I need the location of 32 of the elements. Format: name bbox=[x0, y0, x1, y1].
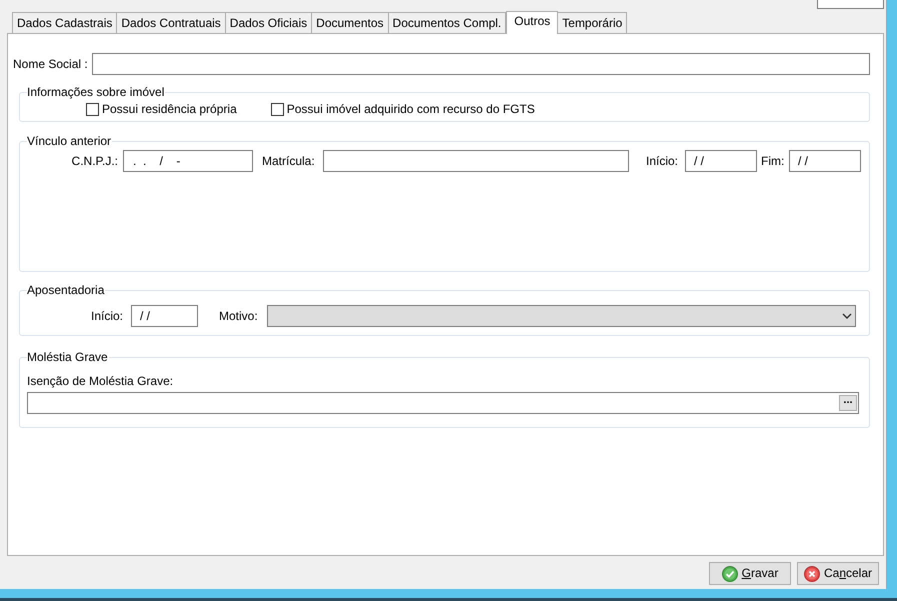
field-label: Matrícula: bbox=[262, 154, 316, 168]
tab[interactable]: Temporário bbox=[557, 12, 628, 33]
field-label: Fim: bbox=[761, 154, 786, 168]
field-label: Início: bbox=[90, 308, 123, 324]
checkbox-label: Possui residência própria bbox=[102, 102, 237, 117]
check-icon bbox=[722, 566, 738, 582]
checkbox-label: Possui imóvel adquirido com recurso do FGTS bbox=[286, 102, 535, 117]
text-field[interactable]: ... bbox=[27, 392, 859, 414]
tab[interactable]: Dados Cadastrais bbox=[12, 12, 118, 33]
field-label: Isenção de Moléstia Grave: bbox=[27, 374, 174, 389]
tab[interactable]: Documentos Compl. bbox=[388, 12, 506, 33]
date-field[interactable]: / / bbox=[789, 150, 861, 172]
field-label: Início: bbox=[646, 154, 680, 168]
checkbox[interactable] bbox=[270, 103, 284, 116]
input-field[interactable] bbox=[817, 0, 884, 9]
close-icon bbox=[804, 566, 820, 582]
ellipsis-button[interactable]: ... bbox=[839, 395, 857, 411]
tab[interactable]: Outros bbox=[506, 11, 558, 34]
text-field[interactable] bbox=[323, 150, 629, 172]
text-field[interactable] bbox=[92, 53, 870, 75]
cancel-button[interactable]: Cancelar bbox=[797, 562, 879, 585]
chevron-down-icon bbox=[842, 313, 852, 319]
save-button[interactable]: Gravar bbox=[709, 562, 791, 585]
date-field[interactable]: / / bbox=[685, 150, 757, 172]
field-label: Nome Social : bbox=[13, 56, 89, 72]
date-field[interactable]: / / bbox=[131, 305, 198, 327]
checkbox[interactable] bbox=[86, 103, 99, 116]
group-title: Aposentadoria bbox=[27, 283, 106, 298]
field-label: Motivo: bbox=[219, 308, 259, 324]
field-label: C.N.P.J.: bbox=[70, 154, 118, 168]
group-title: Informações sobre imóvel bbox=[27, 85, 166, 100]
text-field[interactable]: . . / - bbox=[123, 150, 253, 172]
